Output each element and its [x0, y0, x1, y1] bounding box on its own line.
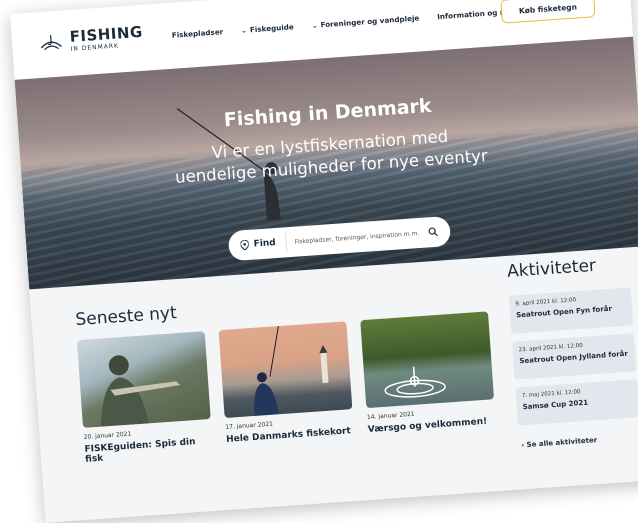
- news-image-forest-lake[interactable]: [360, 311, 495, 409]
- news-card[interactable]: 20. januar 2021 FISKEguiden: Spis din fi…: [76, 331, 213, 465]
- news-image-fisherman-holding-fish[interactable]: [76, 331, 211, 428]
- chevron-down-icon: ⌄: [311, 21, 318, 30]
- activity-item[interactable]: 23. april 2021 kl. 12:00 Seatrout Open J…: [512, 333, 637, 380]
- buy-license-button[interactable]: Køb fisketegn: [500, 0, 596, 24]
- activities-heading: Aktiviteter: [506, 255, 597, 282]
- activity-item[interactable]: 7. maj 2021 kl. 12:00 Samsø Cup 2021: [515, 379, 638, 426]
- nav-item-fiskeguide[interactable]: ⌄ Fiskeguide: [241, 22, 294, 35]
- fisherman-photo-icon: [101, 355, 181, 427]
- nav-item-label: Foreninger og vandpleje: [320, 13, 420, 30]
- search-input[interactable]: Fiskepladser, foreninger, inspiration m.…: [286, 229, 428, 246]
- main-nav: Fiskepladser ⌄ Fiskeguide ⌄ Foreninger o…: [172, 6, 525, 40]
- chevron-right-icon: ›: [521, 441, 525, 450]
- nav-item-fiskepladser[interactable]: Fiskepladser: [172, 27, 224, 40]
- hero-banner: Fishing in Denmark Vi er en lystfiskerna…: [14, 36, 638, 290]
- fishing-float-illustration-icon: [384, 366, 446, 398]
- news-card[interactable]: 17. januar 2021 Hele Danmarks fiskekort: [218, 321, 355, 445]
- fish-hook-logo-icon: [40, 34, 62, 50]
- location-pin-icon: [240, 239, 250, 251]
- see-all-activities-link[interactable]: › Se alle aktiviteter: [521, 436, 597, 449]
- news-heading: Seneste nyt: [74, 303, 178, 331]
- chevron-down-icon: ⌄: [240, 26, 248, 35]
- news-title[interactable]: FISKEguiden: Spis din fisk: [84, 436, 213, 465]
- nav-item-label: Fiskeguide: [249, 22, 295, 35]
- find-button[interactable]: Find: [228, 232, 288, 257]
- site-logo[interactable]: FISHING IN DENMARK: [37, 23, 143, 55]
- see-all-label: Se alle aktiviteter: [526, 436, 598, 450]
- nav-item-foreninger[interactable]: ⌄ Foreninger og vandpleje: [311, 13, 419, 29]
- nav-item-label: Fiskepladser: [171, 27, 224, 40]
- news-card[interactable]: 14. januar 2021 Værsgo og velkommen!: [360, 311, 496, 435]
- search-icon[interactable]: [428, 227, 439, 238]
- find-label: Find: [253, 238, 277, 250]
- news-image-angler-at-lighthouse[interactable]: [218, 321, 353, 419]
- website-page: FISHING IN DENMARK Fiskepladser ⌄ Fiskeg…: [10, 0, 638, 523]
- activity-item[interactable]: 9. april 2021 kl. 12:00 Seatrout Open Fy…: [508, 287, 634, 334]
- angler-lighthouse-photo-icon: [254, 325, 329, 416]
